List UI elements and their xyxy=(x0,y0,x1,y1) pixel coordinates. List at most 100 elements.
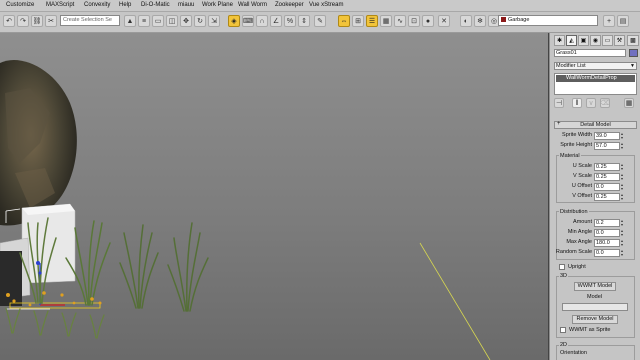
upright-label: Upright xyxy=(568,264,586,270)
layer-add-icon[interactable]: + xyxy=(603,15,615,27)
panel-options-icon[interactable]: ▩ xyxy=(627,35,639,46)
object-color-swatch[interactable] xyxy=(629,49,638,57)
max-angle-label: Max Angle xyxy=(566,239,592,245)
unlink-icon[interactable]: ✂ xyxy=(45,15,57,27)
min-angle-spinner-icon[interactable]: ▴ ▾ xyxy=(621,229,625,237)
link-icon[interactable]: ⛓ xyxy=(31,15,43,27)
window-crossing-icon[interactable]: ◫ xyxy=(166,15,178,27)
v-scale-field[interactable]: 0.25 xyxy=(594,173,620,181)
u-scale-spinner-icon[interactable]: ▴ ▾ xyxy=(621,163,625,171)
group-3d-title: 3D xyxy=(559,273,569,279)
spinner-snap-icon[interactable]: ⇕ xyxy=(298,15,310,27)
grass-clump xyxy=(5,307,105,339)
wwmt-model-button[interactable]: WWMT Model xyxy=(574,282,616,291)
random-scale-field[interactable]: 0.0 xyxy=(594,249,620,257)
min-angle-field[interactable]: 0.0 xyxy=(594,229,620,237)
sprite-width-label: Sprite Width xyxy=(562,132,592,138)
remove-model-button[interactable]: Remove Model xyxy=(572,315,618,324)
rotate-icon[interactable]: ↻ xyxy=(194,15,206,27)
menu-zookeeper[interactable]: Zookeeper xyxy=(275,2,304,8)
pin-stack-icon[interactable]: ⊣ xyxy=(554,98,564,108)
v-offset-field[interactable]: 0.25 xyxy=(594,193,620,201)
object-name-field[interactable]: Grass01 xyxy=(554,49,626,57)
max-angle-field[interactable]: 180.0 xyxy=(594,239,620,247)
curve-editor-icon[interactable]: ∿ xyxy=(394,15,406,27)
wwmt-sprite-checkbox[interactable] xyxy=(560,327,566,333)
select-manipulate-icon[interactable]: ◈ xyxy=(228,15,240,27)
sprite-width-field[interactable]: 39.0 xyxy=(594,132,620,140)
show-end-result-icon[interactable]: ‖ xyxy=(572,98,582,108)
scale-icon[interactable]: ⇲ xyxy=(208,15,220,27)
align-icon[interactable]: ⊞ xyxy=(352,15,364,27)
percent-snap-icon[interactable]: % xyxy=(284,15,296,27)
modifier-list-dropdown[interactable]: Modifier List ▼ xyxy=(554,62,637,70)
selection-set-dropdown[interactable]: Create Selection Se xyxy=(60,15,120,26)
amount-field[interactable]: 0.2 xyxy=(594,219,620,227)
menu-help[interactable]: Help xyxy=(119,2,131,8)
undo-icon[interactable]: ↶ xyxy=(3,15,15,27)
utilities-icon[interactable]: ⚒ xyxy=(614,35,625,46)
random-scale-spinner-icon[interactable]: ▴ ▾ xyxy=(621,249,625,257)
menu-di-o-matic[interactable]: Di-O-Matic xyxy=(141,2,170,8)
move-icon[interactable]: ✥ xyxy=(180,15,192,27)
configure-sets-icon[interactable]: ▦ xyxy=(624,98,634,108)
modifier-stack-item[interactable]: WallWormDetailProp xyxy=(556,75,635,82)
menu-convexity[interactable]: Convexity xyxy=(84,2,110,8)
menu-work-plane[interactable]: Work Plane xyxy=(202,2,233,8)
modifier-stack: WallWormDetailProp xyxy=(554,73,637,95)
remove-modifier-icon[interactable]: ⌫ xyxy=(600,98,610,108)
select-by-name-icon[interactable]: ≡ xyxy=(138,15,150,27)
light-target-line xyxy=(419,242,491,360)
model-field[interactable] xyxy=(562,303,628,311)
sprite-width-spinner-icon[interactable]: ▴ ▾ xyxy=(621,132,625,140)
v-offset-spinner-icon[interactable]: ▴ ▾ xyxy=(621,193,625,201)
menu-wall-worm[interactable]: Wall Worm xyxy=(238,2,267,8)
sprite-height-field[interactable]: 57.0 xyxy=(594,142,620,150)
mirror-icon[interactable]: ⇔ xyxy=(338,15,350,27)
modify-icon[interactable]: ◭ xyxy=(566,35,577,46)
max-angle-spinner-icon[interactable]: ▴ ▾ xyxy=(621,239,625,247)
keyboard-shortcut-icon[interactable]: ⌨ xyxy=(242,15,254,27)
menu-vue-xstream[interactable]: Vue xStream xyxy=(309,2,343,8)
u-offset-spinner-icon[interactable]: ▴ ▾ xyxy=(621,183,625,191)
schematic-view-icon[interactable]: ⊡ xyxy=(408,15,420,27)
display-icon[interactable]: ▭ xyxy=(602,35,613,46)
material-editor-icon[interactable]: ● xyxy=(422,15,434,27)
motion-icon[interactable]: ◉ xyxy=(590,35,601,46)
group-2d-title: 2D xyxy=(559,342,569,348)
perspective-viewport[interactable] xyxy=(0,33,548,360)
orientation-label: Orientation xyxy=(560,350,587,356)
snaps-toggle-icon[interactable]: ∩ xyxy=(256,15,268,27)
v-offset-label: V Offset xyxy=(572,193,592,199)
u-scale-field[interactable]: 0.25 xyxy=(594,163,620,171)
random-scale-label: Random Scale xyxy=(555,249,592,255)
menu-miauu[interactable]: miauu xyxy=(178,2,194,8)
grass-clump xyxy=(119,224,159,309)
hierarchy-icon[interactable]: ▣ xyxy=(578,35,589,46)
graphite-icon[interactable]: ▦ xyxy=(380,15,392,27)
u-offset-field[interactable]: 0.0 xyxy=(594,183,620,191)
create-icon[interactable]: ✱ xyxy=(554,35,565,46)
redo-icon[interactable]: ↷ xyxy=(17,15,29,27)
detail-model-rollout-header[interactable]: + Detail Model xyxy=(554,121,637,129)
amount-spinner-icon[interactable]: ▴ ▾ xyxy=(621,219,625,227)
layer-list-icon[interactable]: ▤ xyxy=(617,15,629,27)
layer-manager-icon[interactable]: ☰ xyxy=(366,15,378,27)
v-scale-spinner-icon[interactable]: ▴ ▾ xyxy=(621,173,625,181)
menu-customize[interactable]: Customize xyxy=(6,2,34,8)
layer-visibility-icon[interactable]: ◐ xyxy=(460,15,472,27)
upright-checkbox[interactable] xyxy=(559,264,565,270)
rect-selection-icon[interactable]: ▭ xyxy=(152,15,164,27)
sprite-height-spinner-icon[interactable]: ▴ ▾ xyxy=(621,142,625,150)
layer-name: Garbage xyxy=(508,17,530,23)
select-object-icon[interactable]: ▲ xyxy=(124,15,136,27)
render-setup-icon[interactable]: ✕ xyxy=(438,15,450,27)
make-unique-icon[interactable]: ∨ xyxy=(586,98,596,108)
layer-freeze-icon[interactable]: ❄ xyxy=(474,15,486,27)
layer-dropdown[interactable]: Garbage xyxy=(498,15,598,26)
angle-snap-icon[interactable]: ∠ xyxy=(270,15,282,27)
min-angle-label: Min Angle xyxy=(567,229,592,235)
grass-clump xyxy=(167,222,209,312)
edit-named-sets-icon[interactable]: ✎ xyxy=(314,15,326,27)
menu-maxscript[interactable]: MAXScript xyxy=(46,2,74,8)
